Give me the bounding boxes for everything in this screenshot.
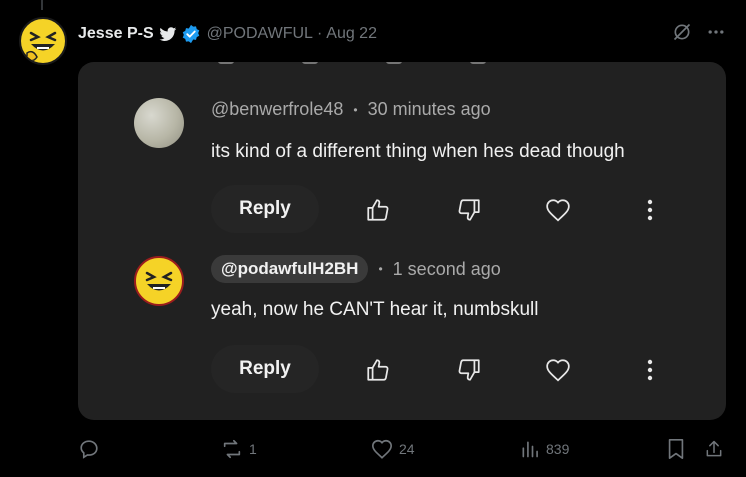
- clipped-icon: [302, 62, 318, 64]
- meta-separator: •: [378, 262, 383, 276]
- heart-icon[interactable]: [545, 357, 571, 383]
- repost-icon: [223, 439, 241, 459]
- comment-time: 1 second ago: [392, 258, 501, 279]
- clipped-action-row: [218, 62, 486, 64]
- grok-icon[interactable]: [672, 22, 692, 47]
- tweet-action-bar: 1 24 839: [78, 436, 728, 462]
- share-icon: [706, 440, 722, 457]
- comment-meta: @podawfulH2BH • 1 second ago: [211, 255, 501, 283]
- reply-action[interactable]: [78, 436, 100, 462]
- verified-badge-icon: [181, 24, 201, 44]
- tweet-media-image[interactable]: @benwerfrole48 • 30 minutes ago its kind…: [78, 62, 726, 420]
- comment-text: its kind of a different thing when hes d…: [211, 141, 625, 162]
- reply-bubble-icon: [80, 440, 98, 459]
- more-options-icon[interactable]: [706, 22, 726, 47]
- thumbs-down-icon[interactable]: [456, 357, 482, 383]
- comment-meta: @benwerfrole48 • 30 minutes ago: [211, 99, 491, 120]
- header-separator: ·: [316, 25, 323, 42]
- heart-icon[interactable]: [545, 197, 571, 223]
- comment-more-icon[interactable]: [637, 197, 663, 223]
- repost-action[interactable]: 1: [221, 436, 257, 462]
- commenter-username-chip[interactable]: @podawfulH2BH: [211, 255, 369, 283]
- clipped-icon: [386, 62, 402, 64]
- clipped-icon: [218, 62, 234, 64]
- commenter-avatar[interactable]: [134, 98, 184, 148]
- author-avatar[interactable]: [19, 17, 67, 65]
- tweet-header: Jesse P-S @PODAWFUL · Aug 22: [78, 22, 377, 46]
- like-count: 24: [399, 441, 415, 457]
- author-name[interactable]: Jesse P-S: [78, 25, 154, 43]
- thread-connector-line: [41, 0, 43, 10]
- grinning-face-icon: [138, 260, 180, 302]
- tweet-top-actions: [672, 22, 726, 47]
- commenter-avatar[interactable]: [134, 256, 184, 306]
- thumbs-down-icon[interactable]: [456, 197, 482, 223]
- bookmark-action[interactable]: [666, 436, 686, 462]
- reply-button[interactable]: Reply: [211, 185, 319, 233]
- view-count: 839: [546, 441, 570, 457]
- views-action[interactable]: 839: [520, 436, 569, 462]
- repost-count: 1: [249, 441, 257, 457]
- bookmark-icon: [668, 439, 684, 459]
- grinning-face-icon: [22, 20, 64, 62]
- bird-icon: [158, 26, 177, 42]
- thumbs-up-icon[interactable]: [365, 197, 391, 223]
- author-handle[interactable]: @PODAWFUL: [207, 25, 313, 43]
- analytics-icon: [522, 441, 538, 458]
- comment-time: 30 minutes ago: [367, 99, 491, 119]
- tweet-date[interactable]: Aug 22: [326, 25, 377, 43]
- comment-more-icon[interactable]: [637, 357, 663, 383]
- like-heart-icon: [372, 439, 392, 459]
- comment-actions: Reply: [211, 185, 653, 233]
- reply-button[interactable]: Reply: [211, 345, 319, 393]
- clipped-icon: [470, 62, 486, 64]
- comment-text: yeah, now he CAN'T hear it, numbskull: [211, 299, 539, 320]
- comment-actions: Reply: [211, 345, 653, 393]
- commenter-username[interactable]: @benwerfrole48: [211, 99, 343, 120]
- thumbs-up-icon[interactable]: [365, 357, 391, 383]
- meta-separator: •: [353, 102, 358, 117]
- like-action[interactable]: 24: [371, 436, 415, 462]
- share-action[interactable]: [704, 436, 724, 462]
